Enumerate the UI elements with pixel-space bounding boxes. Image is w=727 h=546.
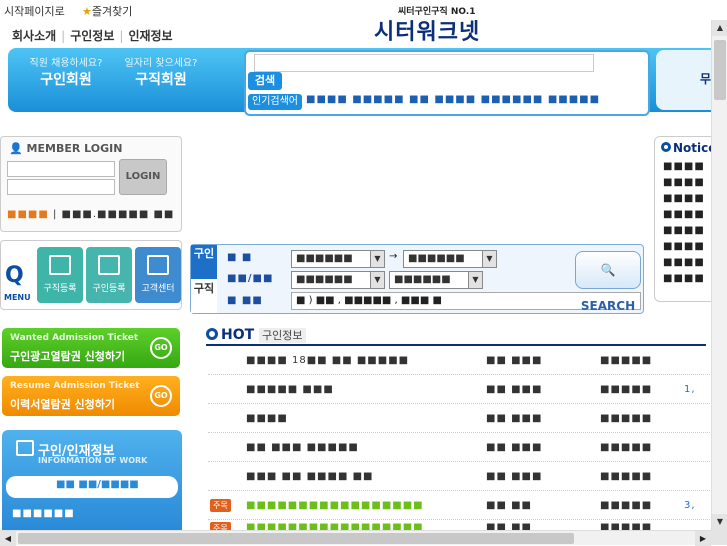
subcategory-select[interactable]: ■■■■■■ ▼ — [389, 271, 483, 289]
tab-find-job[interactable]: 구직 — [191, 279, 217, 313]
info-subtitle: INFORMATION OF WORK — [38, 456, 148, 465]
resume-ticket-button[interactable]: Resume Admission Ticket 이력서열람권 신청하기 GO — [2, 376, 180, 416]
user-id-field[interactable] — [7, 161, 115, 177]
join-link[interactable]: ■■■■ — [7, 209, 49, 220]
wanted-ticket-button[interactable]: Wanted Admission Ticket 구인광고열람권 신청하기 GO — [2, 328, 180, 368]
scroll-thumb[interactable] — [714, 40, 726, 100]
login-links: ■■■■ | ■■■.■■■■■ ■■ — [7, 209, 175, 220]
scroll-down-icon[interactable]: ▼ — [712, 514, 727, 530]
nav-jobs[interactable]: 구인정보 — [70, 29, 114, 43]
window-icon — [16, 440, 34, 456]
table-row[interactable]: ■■ ■■■ ■■■■■ ■■ ■■■ ■■■■■ — [208, 433, 714, 462]
notice-item[interactable]: ■■■■ — [663, 257, 705, 273]
member-login-box: 👤 MEMBER LOGIN LOGIN ■■■■ | ■■■.■■■■■ ■■ — [0, 136, 182, 232]
row3-label: ■ ■■ — [227, 295, 263, 306]
search-input[interactable] — [254, 54, 594, 72]
quick-menu: Q MENU 구직등록 구인등록 고객센터 — [0, 240, 182, 310]
chevron-down-icon: ▼ — [482, 251, 496, 267]
go-icon: GO — [150, 385, 172, 407]
notice-item[interactable]: ■■■■ — [663, 177, 705, 193]
edit-icon — [98, 255, 120, 275]
password-field[interactable] — [7, 179, 115, 195]
popular-keywords[interactable]: ■■■■ ■■■■■ ■■ ■■■■ ■■■■■■ ■■■■■ — [306, 94, 600, 105]
notice-list: ■■■■ ■■■■ ■■■■ ■■■■ ■■■■ ■■■■ ■■■■ ■■■■ — [663, 161, 705, 289]
subregion-select[interactable]: ■■■■■■ ▼ — [403, 250, 497, 268]
popular-keywords-label: 인기검색어 — [248, 94, 302, 110]
table-row[interactable]: ■■■ ■■ ■■■■ ■■ ■■ ■■■ ■■■■■ — [208, 462, 714, 491]
site-search-box: 검색 인기검색어 ■■■■ ■■■■■ ■■ ■■■■ ■■■■■■ ■■■■■ — [244, 50, 650, 116]
row1-label: ■ ■ — [227, 252, 253, 263]
person-icon: 👤 — [9, 142, 27, 155]
notice-item[interactable]: ■■■■ — [663, 193, 705, 209]
nav-talent[interactable]: 인재정보 — [128, 29, 172, 43]
tab-find-people[interactable]: 구인 — [191, 245, 217, 279]
circle-icon — [206, 328, 218, 340]
magnifier-icon: 🔍 — [600, 263, 616, 277]
login-button[interactable]: LOGIN — [119, 159, 167, 195]
horizontal-scrollbar[interactable]: ◀ ▶ — [0, 530, 711, 546]
info-box: 구인/인재정보 INFORMATION OF WORK ■■ ■■/■■■■ ■… — [2, 430, 182, 530]
search-button[interactable]: 검색 — [248, 72, 282, 90]
top-bar: 시작페이지로 ★즐겨찾기 — [0, 0, 727, 20]
featured-badge: 주목 — [210, 499, 231, 512]
employer-member-button[interactable]: 직원 채용하세요? 구인회원 — [20, 54, 112, 104]
notice-item[interactable]: ■■■■ — [663, 273, 705, 289]
info-tab-1[interactable]: ■■ ■■/■■■■ — [56, 479, 139, 490]
circle-icon — [661, 142, 671, 152]
star-icon: ★ — [82, 5, 92, 18]
nav-company[interactable]: 회사소개 — [12, 29, 56, 43]
hot-jobs-title: HOT 구인정보 — [206, 327, 306, 343]
table-row[interactable]: ■■■■ ■■ ■■■ ■■■■■ — [208, 404, 714, 433]
document-icon — [49, 255, 71, 275]
quick-menu-q: Q — [5, 263, 24, 288]
region-select[interactable]: ■■■■■■ ▼ — [291, 250, 385, 268]
chevron-down-icon: ▼ — [370, 251, 384, 267]
table-row[interactable]: ■■■■■ ■■■ ■■ ■■■ ■■■■■ 1, — [208, 375, 714, 404]
notice-item[interactable]: ■■■■ — [663, 241, 705, 257]
top-nav: 회사소개 | 구인정보 | 인재정보 — [12, 29, 173, 43]
notice-item[interactable]: ■■■■ — [663, 209, 705, 225]
monitor-icon — [147, 255, 169, 275]
info-tab-2[interactable]: ■■■■■■ — [12, 508, 75, 519]
member-band: 직원 채용하세요? 구인회원 일자리 찾으세요? 구직회원 검색 인기검색어 ■… — [8, 48, 727, 116]
row2-label: ■■/■■ — [227, 273, 274, 284]
scroll-right-icon[interactable]: ▶ — [695, 531, 711, 546]
table-row[interactable]: ■■■■ 18■■ ■■ ■■■■■ ■■ ■■■ ■■■■■ — [208, 346, 714, 375]
search-submit-button[interactable]: 🔍SEARCH — [575, 251, 641, 313]
scroll-left-icon[interactable]: ◀ — [0, 531, 16, 546]
start-page-link[interactable]: 시작페이지로 — [4, 3, 65, 19]
scroll-corner — [711, 530, 727, 545]
notice-title: Notice — [661, 141, 716, 155]
info-tabs: ■■ ■■/■■■■ — [6, 476, 178, 498]
quick-menu-label: MENU — [4, 293, 31, 302]
notice-item[interactable]: ■■■■ — [663, 161, 705, 177]
category-select[interactable]: ■■■■■■ ▼ — [291, 271, 385, 289]
go-icon: GO — [150, 337, 172, 359]
seeker-member-button[interactable]: 일자리 찾으세요? 구직회원 — [120, 54, 202, 104]
arrow-separator: → — [389, 251, 398, 262]
scroll-up-icon[interactable]: ▲ — [712, 20, 727, 36]
scroll-thumb[interactable] — [18, 533, 574, 544]
job-search-panel: 구인 구직 ■ ■ ■■/■■ ■ ■■ ■■■■■■ ▼ → ■■■■■■ ▼ ■… — [190, 244, 644, 314]
resume-register-button[interactable]: 구직등록 — [37, 247, 83, 303]
site-logo[interactable]: 시터워크넷 — [374, 14, 480, 46]
chevron-down-icon: ▼ — [468, 272, 482, 288]
vertical-scrollbar[interactable]: ▲ ▼ — [711, 20, 727, 530]
favorites-link[interactable]: ★즐겨찾기 — [82, 3, 132, 19]
find-account-link[interactable]: ■■■.■■■■■ ■■ — [62, 209, 175, 220]
chevron-down-icon: ▼ — [370, 272, 384, 288]
login-title: 👤 MEMBER LOGIN — [9, 142, 123, 155]
notice-item[interactable]: ■■■■ — [663, 225, 705, 241]
table-row[interactable]: 주목 ■■■■■■■■■■■■■■■■■ ■■ ■■ ■■■■■ 3, — [208, 491, 714, 520]
customer-center-button[interactable]: 고객센터 — [135, 247, 181, 303]
job-register-button[interactable]: 구인등록 — [86, 247, 132, 303]
